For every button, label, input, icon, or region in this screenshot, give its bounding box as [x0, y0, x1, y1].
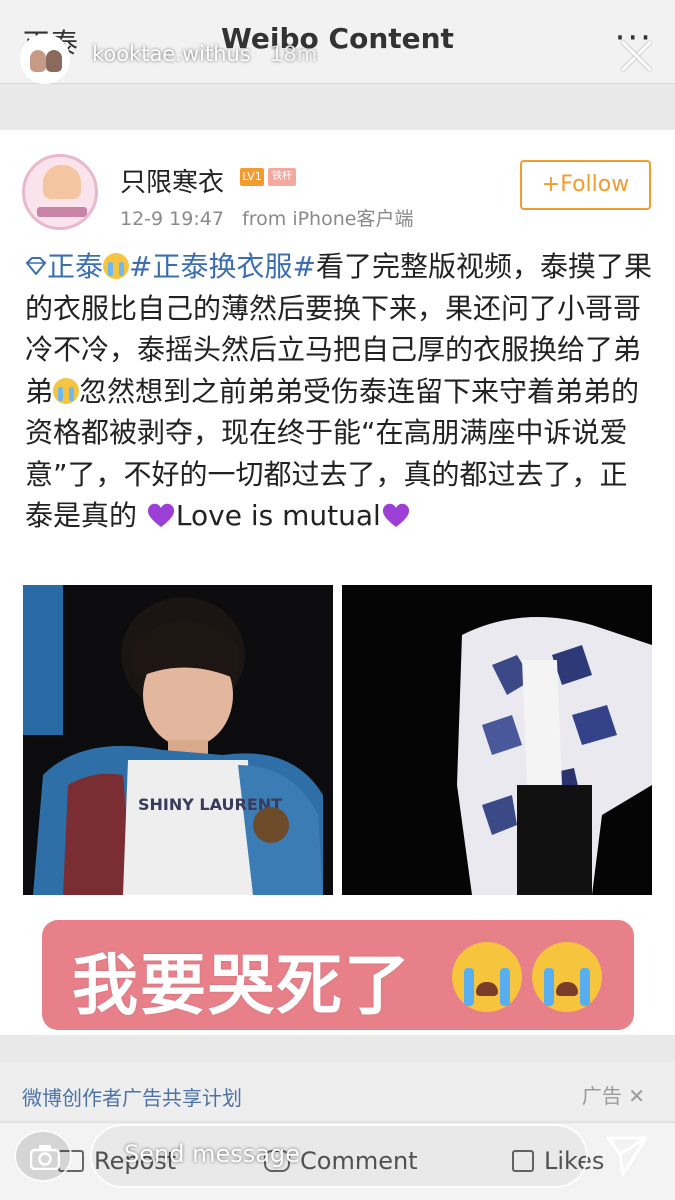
- close-ad-icon[interactable]: ✕: [628, 1084, 645, 1108]
- avatar-figure-icon: [46, 50, 62, 72]
- hashtag-link[interactable]: #正泰换衣服#: [129, 250, 316, 283]
- caption-banner: 我要哭死了: [42, 920, 634, 1030]
- purple-heart-icon: [146, 498, 176, 527]
- fan-badge: 铁杆: [268, 168, 296, 186]
- level-badge: LV1: [240, 168, 264, 186]
- author-name[interactable]: 只限寒衣: [120, 162, 224, 199]
- avatar-badge-icon: [37, 207, 87, 217]
- post-photo-right[interactable]: [342, 585, 652, 895]
- close-icon[interactable]: [619, 38, 655, 74]
- loudly-crying-emoji-icon: [532, 942, 602, 1012]
- concert-photo-image: [342, 585, 652, 895]
- paper-plane-icon: [606, 1136, 648, 1176]
- ad-label[interactable]: 广告 ✕: [582, 1080, 645, 1109]
- post-body: 正泰 #正泰换衣服#看了完整版视频，泰摸了果的衣服比自己的薄然后要换下来，果还问了…: [25, 246, 655, 537]
- purple-heart-icon: [381, 498, 411, 527]
- concert-photo-image: SHINY LAURENT: [23, 585, 333, 895]
- follow-button[interactable]: +Follow: [520, 160, 651, 210]
- story-username[interactable]: kooktae.withus: [92, 42, 251, 66]
- crying-emoji-icon: [53, 377, 80, 404]
- story-timestamp: 18m: [270, 42, 318, 66]
- camera-button[interactable]: [14, 1130, 72, 1182]
- crying-emoji-icon: [103, 253, 130, 279]
- weibo-post-card: 只限寒衣 LV1 铁杆 12-9 19:47 from iPhone客户端 +F…: [0, 130, 675, 1035]
- author-avatar[interactable]: [22, 154, 98, 230]
- super-topic-icon: [25, 257, 47, 275]
- ad-program-link[interactable]: 微博创作者广告共享计划: [22, 1082, 242, 1111]
- avatar-figure-icon: [30, 50, 46, 72]
- loudly-crying-emoji-icon: [452, 942, 522, 1012]
- post-meta: 12-9 19:47 from iPhone客户端: [120, 204, 413, 231]
- send-button[interactable]: [605, 1134, 649, 1178]
- post-text-part: Love is mutual: [175, 499, 381, 532]
- banner-text: 我要哭死了: [72, 947, 412, 1024]
- post-photo-left[interactable]: SHINY LAURENT: [23, 585, 333, 895]
- avatar-portrait-icon: [43, 165, 81, 199]
- send-message-placeholder: Send message: [124, 1140, 300, 1168]
- post-source: from iPhone客户端: [242, 208, 414, 230]
- story-user-avatar[interactable]: [20, 34, 70, 84]
- post-timestamp: 12-9 19:47: [120, 208, 224, 230]
- super-topic-link[interactable]: 正泰: [47, 250, 103, 283]
- ad-strip: 微博创作者广告共享计划 广告 ✕: [0, 1062, 675, 1120]
- ad-label-text: 广告: [581, 1084, 622, 1108]
- camera-icon: [30, 1145, 60, 1170]
